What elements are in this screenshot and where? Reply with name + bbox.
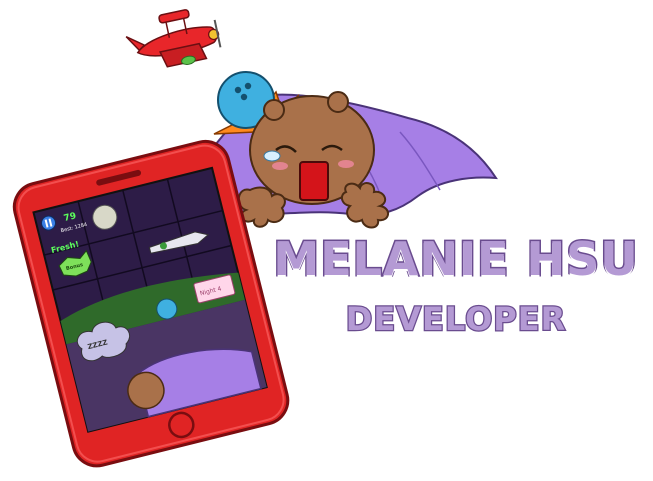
page-subtitle: DEVELOPER — [345, 299, 567, 340]
page-title: MELANIE HSU — [272, 231, 639, 288]
illustration-stage: 79 Best: 1284 Fresh! Bonus Night 4 ZZZZ … — [0, 0, 653, 477]
biplane-icon — [125, 9, 222, 68]
